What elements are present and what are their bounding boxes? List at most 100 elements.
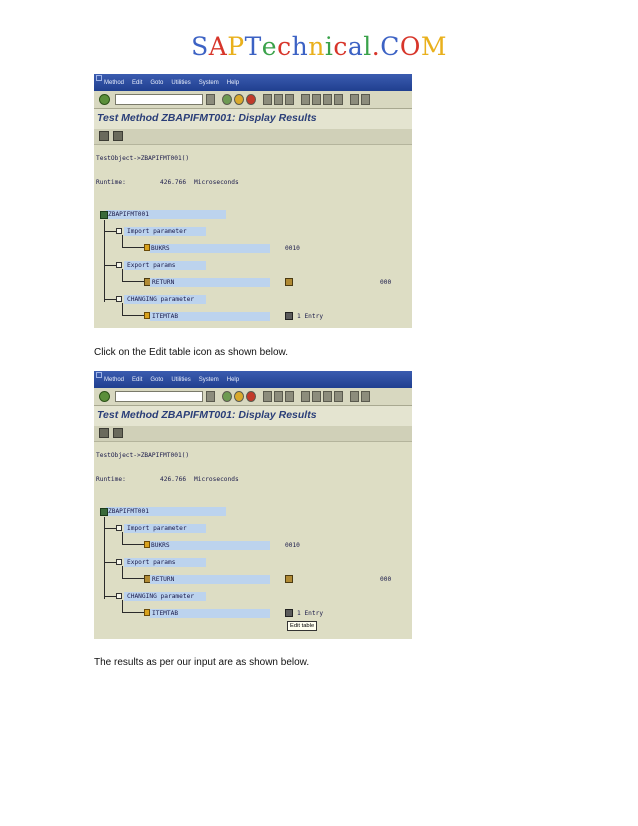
root-node-icon[interactable] xyxy=(100,508,108,516)
edit-table-icon[interactable] xyxy=(285,609,293,617)
menu-system[interactable]: System xyxy=(199,377,219,383)
runtime-label: Runtime: xyxy=(96,476,126,483)
logo-letter: A xyxy=(208,32,228,61)
import-folder-icon[interactable] xyxy=(116,525,122,531)
prev-page-icon[interactable] xyxy=(312,391,321,402)
logo-letter: a xyxy=(347,32,364,61)
caption-results: The results as per our input are as show… xyxy=(94,657,310,668)
first-page-icon[interactable] xyxy=(301,94,310,105)
logo-letter: S xyxy=(191,32,209,61)
application-toolbar xyxy=(94,426,412,442)
logo-letter: e xyxy=(261,32,278,61)
export-params-label: Export params xyxy=(127,559,176,566)
toolbar-icons xyxy=(206,94,370,105)
help-icon[interactable] xyxy=(361,94,370,105)
import-folder-icon[interactable] xyxy=(116,228,122,234)
edit-table-tooltip: Edit table xyxy=(287,621,318,631)
find-next-icon[interactable] xyxy=(285,391,294,402)
root-node-icon[interactable] xyxy=(100,211,108,219)
menu-utilities[interactable]: Utilities xyxy=(171,377,190,383)
cancel-icon[interactable] xyxy=(246,94,256,105)
back-icon[interactable] xyxy=(222,94,232,105)
system-menu-icon[interactable] xyxy=(96,75,102,81)
menu-edit[interactable]: Edit xyxy=(132,80,142,86)
print-icon[interactable] xyxy=(263,94,272,105)
export-folder-icon[interactable] xyxy=(116,559,122,565)
bukrs-label: BUKRS xyxy=(151,542,170,549)
runtime-unit: Microseconds xyxy=(194,179,239,186)
next-page-icon[interactable] xyxy=(323,391,332,402)
menu-items: Method Edit Goto Utilities System Help xyxy=(104,377,239,383)
export-folder-icon[interactable] xyxy=(116,262,122,268)
menu-method[interactable]: Method xyxy=(104,80,124,86)
itemtab-label: ITEMTAB xyxy=(152,610,179,617)
save-icon[interactable] xyxy=(206,391,215,402)
next-page-icon[interactable] xyxy=(323,94,332,105)
changing-parameter-label: CHANGING parameter xyxy=(127,296,195,303)
find-next-icon[interactable] xyxy=(285,94,294,105)
menu-help[interactable]: Help xyxy=(227,377,239,383)
new-session-icon[interactable] xyxy=(350,391,359,402)
find-icon[interactable] xyxy=(274,391,283,402)
return-value: 000 xyxy=(380,576,392,583)
export-params-label: Export params xyxy=(127,262,176,269)
print-icon[interactable] xyxy=(263,391,272,402)
exit-icon[interactable] xyxy=(234,391,244,402)
save-icon[interactable] xyxy=(206,94,215,105)
menu-utilities[interactable]: Utilities xyxy=(171,80,190,86)
standard-toolbar xyxy=(94,91,412,109)
menu-goto[interactable]: Goto xyxy=(150,377,163,383)
enter-check-icon[interactable] xyxy=(99,391,110,402)
logo-letter: M xyxy=(420,32,447,61)
changing-folder-icon[interactable] xyxy=(116,296,122,302)
standard-toolbar xyxy=(94,388,412,406)
refresh-icon[interactable] xyxy=(99,428,109,438)
system-menu-icon[interactable] xyxy=(96,372,102,378)
find-icon[interactable] xyxy=(274,94,283,105)
import-parameter-label: Import parameter xyxy=(127,525,187,532)
new-session-icon[interactable] xyxy=(350,94,359,105)
itemtab-label: ITEMTAB xyxy=(152,313,179,320)
toolbar-icons xyxy=(206,391,370,402)
logo-letter: T xyxy=(244,32,262,61)
menu-edit[interactable]: Edit xyxy=(132,377,142,383)
bukrs-label: BUKRS xyxy=(151,245,170,252)
command-field[interactable] xyxy=(115,391,203,402)
command-field[interactable] xyxy=(115,94,203,105)
enter-check-icon[interactable] xyxy=(99,94,110,105)
debug-icon[interactable] xyxy=(113,131,123,141)
sap-menu-bar: Method Edit Goto Utilities System Help xyxy=(94,371,412,388)
screen-title: Test Method ZBAPIFMT001: Display Results xyxy=(94,406,412,426)
return-label: RETURN xyxy=(152,279,175,286)
last-page-icon[interactable] xyxy=(334,391,343,402)
logo-letter: c xyxy=(277,32,292,61)
saptechnical-logo: SAPTechnical.COM xyxy=(0,32,638,61)
logo-letter: c xyxy=(333,32,348,61)
menu-goto[interactable]: Goto xyxy=(150,80,163,86)
logo-letter: . xyxy=(371,32,381,61)
logo-letter: n xyxy=(308,32,325,61)
last-page-icon[interactable] xyxy=(334,94,343,105)
runtime-value: 426.766 xyxy=(160,476,187,483)
test-object-line: TestObject->ZBAPIFMT001() xyxy=(96,155,190,162)
bukrs-value: 0010 xyxy=(285,245,300,252)
menu-method[interactable]: Method xyxy=(104,377,124,383)
changing-folder-icon[interactable] xyxy=(116,593,122,599)
logo-letter: l xyxy=(363,32,372,61)
menu-system[interactable]: System xyxy=(199,80,219,86)
refresh-icon[interactable] xyxy=(99,131,109,141)
cancel-icon[interactable] xyxy=(246,391,256,402)
prev-page-icon[interactable] xyxy=(312,94,321,105)
bukrs-value: 0010 xyxy=(285,542,300,549)
menu-help[interactable]: Help xyxy=(227,80,239,86)
return-detail-icon[interactable] xyxy=(285,278,293,286)
back-icon[interactable] xyxy=(222,391,232,402)
changing-parameter-label: CHANGING parameter xyxy=(127,593,195,600)
first-page-icon[interactable] xyxy=(301,391,310,402)
return-detail-icon[interactable] xyxy=(285,575,293,583)
help-icon[interactable] xyxy=(361,391,370,402)
exit-icon[interactable] xyxy=(234,94,244,105)
debug-icon[interactable] xyxy=(113,428,123,438)
edit-table-icon[interactable] xyxy=(285,312,293,320)
logo-letter: C xyxy=(380,32,400,61)
